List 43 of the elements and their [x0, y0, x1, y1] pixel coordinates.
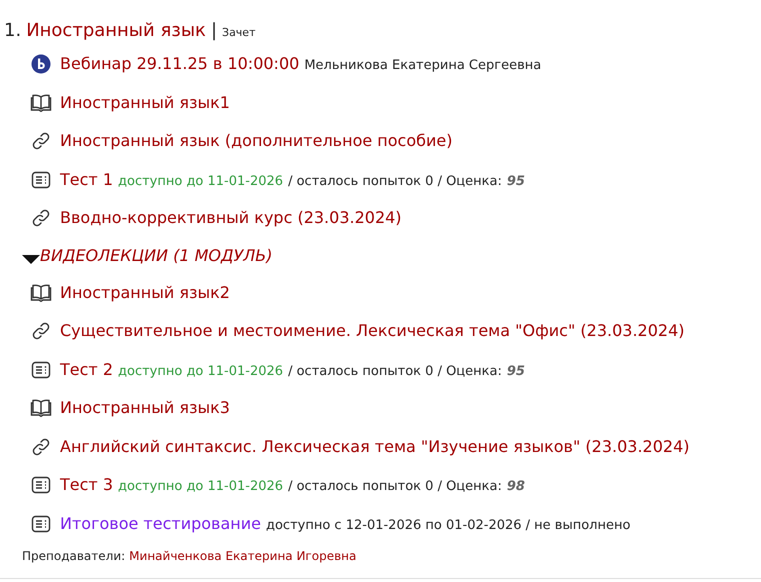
- collapse-triangle-icon[interactable]: [22, 254, 40, 264]
- status-text: / осталось попыток 0 / Оценка:: [288, 362, 502, 381]
- resource-link[interactable]: Иностранный язык (дополнительное пособие): [60, 129, 452, 154]
- section-title[interactable]: ВИДЕОЛЕКЦИИ (1 МОДУЛЬ): [40, 244, 272, 268]
- resource-link[interactable]: Иностранный язык1: [60, 90, 230, 115]
- book-icon: [30, 282, 52, 303]
- grade-value: 95: [506, 362, 525, 381]
- link-icon: [31, 321, 51, 342]
- separator: |: [210, 19, 218, 43]
- status-text: / осталось попыток 0 / Оценка:: [288, 172, 502, 191]
- status-text: / осталось попыток 0 / Оценка:: [288, 478, 502, 496]
- availability-text: доступно до 11-01-2026: [118, 362, 284, 381]
- test-list-icon: [31, 170, 51, 190]
- test-link[interactable]: Тест 3: [60, 473, 113, 498]
- test-link[interactable]: Тест 1: [60, 168, 113, 192]
- link-icon: [31, 131, 51, 152]
- webinar-logo-icon: [31, 54, 51, 74]
- resource-link[interactable]: Существительное и местоимение. Лексическая тема "Офис" (23.03.2024): [60, 319, 684, 344]
- link-icon: [31, 208, 51, 228]
- test-link[interactable]: Итоговое тестирование: [60, 512, 261, 536]
- book-icon: [30, 92, 52, 113]
- teachers-names: Минайченкова Екатерина Игоревна: [129, 548, 356, 565]
- availability-text: доступно до 11-01-2026: [118, 478, 284, 496]
- book-icon: [30, 398, 52, 418]
- status-text: доступно с 12-01-2026 по 01-02-2026 / не выполнено: [266, 516, 630, 535]
- resource-link[interactable]: Вводно-коррективный курс (23.03.2024): [60, 206, 402, 230]
- instructor-name: Мельникова Екатерина Сергеевна: [304, 57, 542, 76]
- test-list-icon: [31, 360, 51, 380]
- resource-link[interactable]: Иностранный язык3: [60, 396, 230, 420]
- test-link[interactable]: Тест 2: [60, 358, 113, 382]
- teachers-label: Преподаватели:: [22, 548, 126, 565]
- grade-value: 98: [506, 478, 525, 496]
- course-title[interactable]: Иностранный язык: [26, 17, 206, 44]
- link-icon: [31, 436, 51, 457]
- resource-link[interactable]: Иностранный язык2: [60, 280, 230, 305]
- test-list-icon: [31, 475, 51, 496]
- assessment-label: Зачет: [222, 25, 256, 41]
- resource-link[interactable]: Вебинар 29.11.25 в 10:00:00: [60, 52, 300, 76]
- test-list-icon: [31, 514, 51, 534]
- resource-link[interactable]: Английский синтаксис. Лексическая тема "Изучение языков" (23.03.2024): [60, 434, 690, 459]
- grade-value: 95: [506, 172, 525, 191]
- availability-text: доступно до 11-01-2026: [118, 172, 284, 191]
- course-number: 1.: [4, 19, 22, 43]
